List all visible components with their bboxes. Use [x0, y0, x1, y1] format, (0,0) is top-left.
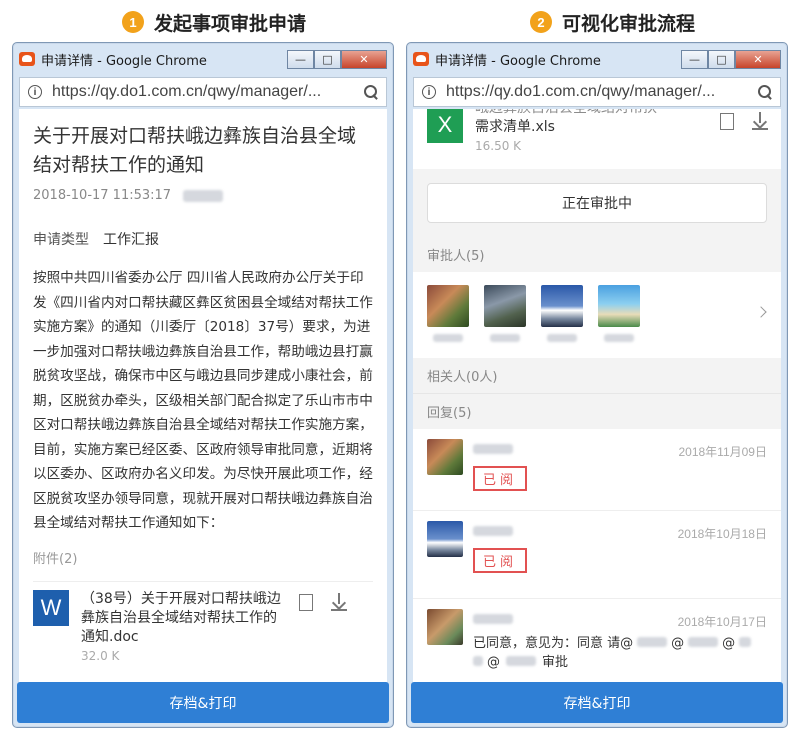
minimize-button[interactable]: — — [287, 49, 314, 69]
window-controls: — □ ✕ — [287, 49, 387, 69]
attachment-info: （38号）关于开展对口帮扶峨边彝族自治县全域结对帮扶工作的通知.doc 32.0… — [81, 590, 281, 666]
reply-date: 2018年11月09日 — [678, 445, 767, 459]
step-heading-1: 1 发起事项审批申请 — [122, 8, 306, 36]
step-heading-text: 可视化审批流程 — [562, 12, 696, 35]
reply-date: 2018年10月18日 — [677, 527, 767, 541]
maximize-button[interactable]: □ — [314, 49, 341, 69]
browser-window-left: 申请详情 - Google Chrome — □ ✕ i https://qy.… — [12, 42, 394, 728]
title-bar: 申请详情 - Google Chrome — □ ✕ — [13, 43, 393, 75]
avatar — [427, 521, 463, 557]
cloud-app-icon — [19, 52, 35, 66]
excel-file-icon: X — [427, 109, 463, 143]
request-type-row: 申请类型 工作汇报 — [33, 229, 373, 249]
url-text[interactable]: https://qy.do1.com.cn/qwy/manager/... — [446, 83, 752, 101]
search-icon[interactable] — [758, 85, 772, 99]
reply-item: 已阅 2018年10月18日 — [413, 511, 781, 599]
browser-window-right: 申请详情 - Google Chrome — □ ✕ i https://qy.… — [406, 42, 788, 728]
step-number-badge: 1 — [122, 11, 144, 33]
archive-print-button[interactable]: 存档&打印 — [411, 682, 783, 723]
replies-label: 回复(5) — [413, 393, 781, 429]
attachment-size: 32.0 K — [81, 648, 120, 663]
step-heading-text: 发起事项审批申请 — [154, 12, 307, 35]
step-heading-2: 2 可视化审批流程 — [530, 8, 695, 36]
window-title: 申请详情 - Google Chrome — [435, 53, 601, 69]
preview-file-icon[interactable] — [299, 593, 313, 611]
address-bar[interactable]: i https://qy.do1.com.cn/qwy/manager/... — [19, 77, 387, 107]
attachment-item[interactable]: X 峨边彝族自治县全域结对帮扶 需求清单.xls 16.50 K — [413, 109, 781, 169]
document-title: 关于开展对口帮扶峨边彝族自治县全域结对帮扶工作的通知 — [33, 125, 357, 176]
reply-text-part: @ — [487, 655, 500, 670]
window-title: 申请详情 - Google Chrome — [41, 53, 207, 69]
document-meta: 2018-10-17 11:53:17 — [33, 188, 373, 203]
reply-text-part: 审批 — [542, 655, 569, 670]
page-content: X 峨边彝族自治县全域结对帮扶 需求清单.xls 16.50 K 正在审批中 审… — [413, 109, 781, 721]
attachment-name[interactable]: 需求清单.xls — [475, 118, 714, 137]
read-stamp: 已阅 — [473, 548, 528, 573]
archive-print-button[interactable]: 存档&打印 — [17, 682, 389, 723]
maximize-button[interactable]: □ — [708, 49, 735, 69]
step-number-badge: 2 — [530, 11, 552, 33]
attachment-item[interactable]: W （38号）关于开展对口帮扶峨边彝族自治县全域结对帮扶工作的通知.doc 32… — [33, 580, 373, 666]
reply-item: 已同意，意见为：同意 请@ @ @ @ 审批 2018年10月17日 — [413, 599, 781, 679]
attachment-info: 峨边彝族自治县全域结对帮扶 需求清单.xls 16.50 K — [475, 109, 714, 156]
request-type-label: 申请类型 — [33, 232, 89, 248]
approver-avatar — [598, 284, 640, 346]
blurred-name — [473, 444, 513, 454]
attachment-name-cut: 峨边彝族自治县全域结对帮扶 — [475, 109, 714, 118]
reply-text-part: @ — [722, 636, 736, 651]
avatar — [427, 439, 463, 475]
reply-text: 已同意，意见为：同意 请@ @ @ @ 审批 — [473, 634, 767, 672]
download-icon[interactable] — [751, 112, 768, 130]
cloud-app-icon — [413, 52, 429, 66]
approvers-label: 审批人(5) — [413, 237, 781, 272]
reply-text-part: 已同意，意见为：同意 请@ — [473, 636, 634, 651]
avatar — [427, 609, 463, 645]
reply-text-part: @ — [671, 636, 685, 651]
attachment-size: 16.50 K — [475, 139, 522, 153]
address-bar[interactable]: i https://qy.do1.com.cn/qwy/manager/... — [413, 77, 781, 107]
window-controls: — □ ✕ — [681, 49, 781, 69]
related-people-label: 相关人(0人) — [413, 358, 781, 393]
approver-avatar — [484, 284, 526, 346]
approver-avatar — [541, 284, 583, 346]
word-doc-icon: W — [33, 589, 69, 626]
document-body: 按照中共四川省委办公厅 四川省人民政府办公厅关于印发《四川省内对口帮扶藏区彝区贫… — [33, 270, 373, 531]
chevron-right-icon[interactable] — [755, 306, 767, 318]
status-section: 正在审批中 — [413, 169, 781, 237]
blurred-name — [473, 614, 513, 624]
reply-date: 2018年10月17日 — [677, 615, 767, 629]
search-icon[interactable] — [364, 85, 378, 99]
approval-status: 正在审批中 — [427, 183, 767, 223]
blurred-author — [183, 189, 224, 202]
attachment-name[interactable]: （38号）关于开展对口帮扶峨边彝族自治县全域结对帮扶工作的通知.doc — [81, 590, 281, 647]
read-stamp: 已阅 — [473, 466, 528, 491]
info-icon[interactable]: i — [422, 85, 436, 99]
url-text[interactable]: https://qy.do1.com.cn/qwy/manager/... — [52, 83, 358, 101]
title-bar: 申请详情 - Google Chrome — □ ✕ — [407, 43, 787, 75]
preview-file-icon[interactable] — [720, 113, 734, 130]
blurred-name — [473, 526, 513, 536]
approver-avatar — [427, 284, 469, 346]
download-icon[interactable] — [331, 592, 347, 611]
approvers-list[interactable] — [413, 272, 781, 358]
close-button[interactable]: ✕ — [735, 49, 781, 69]
request-type-value: 工作汇报 — [103, 232, 159, 248]
info-icon[interactable]: i — [28, 85, 42, 99]
close-button[interactable]: ✕ — [341, 49, 387, 69]
document-date: 2018-10-17 11:53:17 — [33, 188, 172, 203]
page-content: 关于开展对口帮扶峨边彝族自治县全域结对帮扶工作的通知 2018-10-17 11… — [19, 109, 387, 721]
reply-item: 已阅 2018年11月09日 — [413, 429, 781, 511]
attachments-label: 附件(2) — [33, 551, 78, 567]
minimize-button[interactable]: — — [681, 49, 708, 69]
